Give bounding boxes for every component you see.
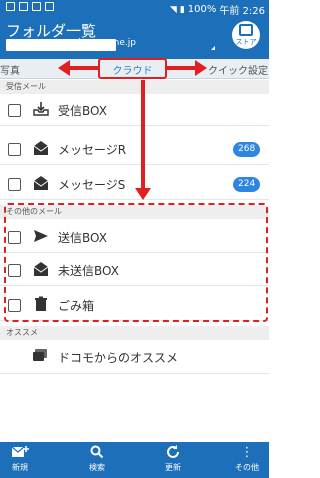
notification-icon [45,2,54,11]
section-header-other: その他のメール [0,205,269,219]
down-arrow-shaft [141,80,145,192]
store-label: ストア [235,38,257,46]
status-bar: ◥ ▮ 100% 午前 2:26 [0,0,269,17]
recommend-label: ドコモからのオススメ [58,351,179,365]
system-indicators: ◥ ▮ 100% 午前 2:26 [170,2,265,17]
cloud-tab-highlight [98,58,167,79]
notification-icon [6,2,15,11]
folder-checkbox[interactable] [8,178,21,191]
more-vertical-icon: ⋮ [240,445,254,460]
folder-row-message-r[interactable]: メッセージR 268 [0,134,269,165]
inbox-icon [33,101,49,119]
refresh-button[interactable]: 更新 [148,445,198,473]
folder-checkbox[interactable] [8,299,21,312]
unread-count-badge: 268 [233,142,261,157]
left-arrow-shaft [70,66,98,70]
folder-row-sent[interactable]: 送信BOX [0,222,269,253]
unread-count-badge: 224 [233,177,261,192]
account-domain: @docomo.ne.jp [66,38,136,48]
right-arrow-shaft [167,66,195,70]
tab-photos[interactable]: 写真 [0,62,20,77]
folder-checkbox[interactable] [8,231,21,244]
notification-icon [32,2,41,11]
bottom-toolbar: 新規 検索 更新 ⋮ その他 [0,442,269,478]
send-icon [33,228,49,246]
search-button[interactable]: 検索 [72,445,122,473]
envelope-open-icon [33,261,49,279]
refresh-label: 更新 [165,463,181,472]
compose-icon [0,445,45,461]
recommend-row[interactable]: ドコモからのオススメ [0,342,269,374]
folder-row-trash[interactable]: ごみ箱 [0,290,269,321]
battery-level: 100% [187,4,217,15]
folder-row-inbox[interactable]: 受信BOX [0,95,269,126]
notification-icons [6,2,54,11]
section-header-recommend: オススメ [0,326,269,340]
folder-label: メッセージS [58,178,126,192]
more-button[interactable]: ⋮ その他 [222,445,272,473]
signal-icon: ▮ [179,4,185,15]
folder-checkbox[interactable] [8,264,21,277]
folder-checkbox[interactable] [8,104,21,117]
clock: 午前 2:26 [219,6,265,17]
refresh-icon [148,445,198,461]
left-arrow-icon [58,60,70,76]
account-dropdown-icon[interactable] [211,46,215,50]
notification-icon [19,2,28,11]
new-mail-button[interactable]: 新規 [0,445,45,473]
app-header: フォルダ一覧 @docomo.ne.jp ストア [0,17,269,59]
section-header-received: 受信メール [0,80,269,94]
more-label: その他 [235,463,259,472]
envelope-r-icon [33,140,49,158]
folder-label: 送信BOX [58,231,107,245]
right-arrow-icon [195,60,207,76]
chat-icon [32,348,48,366]
folder-label: 未送信BOX [58,264,119,278]
new-label: 新規 [12,463,28,472]
envelope-s-icon [33,175,49,193]
search-label: 検索 [89,463,105,472]
wifi-icon: ◥ [169,4,177,15]
tab-quick-settings[interactable]: クイック設定 [208,62,268,77]
folder-label: 受信BOX [58,104,107,118]
folder-row-unsent[interactable]: 未送信BOX [0,255,269,286]
calendar-icon [239,24,253,36]
search-icon [72,445,122,461]
down-arrow-icon [135,188,151,200]
folder-checkbox[interactable] [8,143,21,156]
folder-label: メッセージR [58,143,127,157]
store-button[interactable]: ストア [232,21,260,49]
trash-icon [33,296,49,314]
folder-label: ごみ箱 [58,299,95,313]
